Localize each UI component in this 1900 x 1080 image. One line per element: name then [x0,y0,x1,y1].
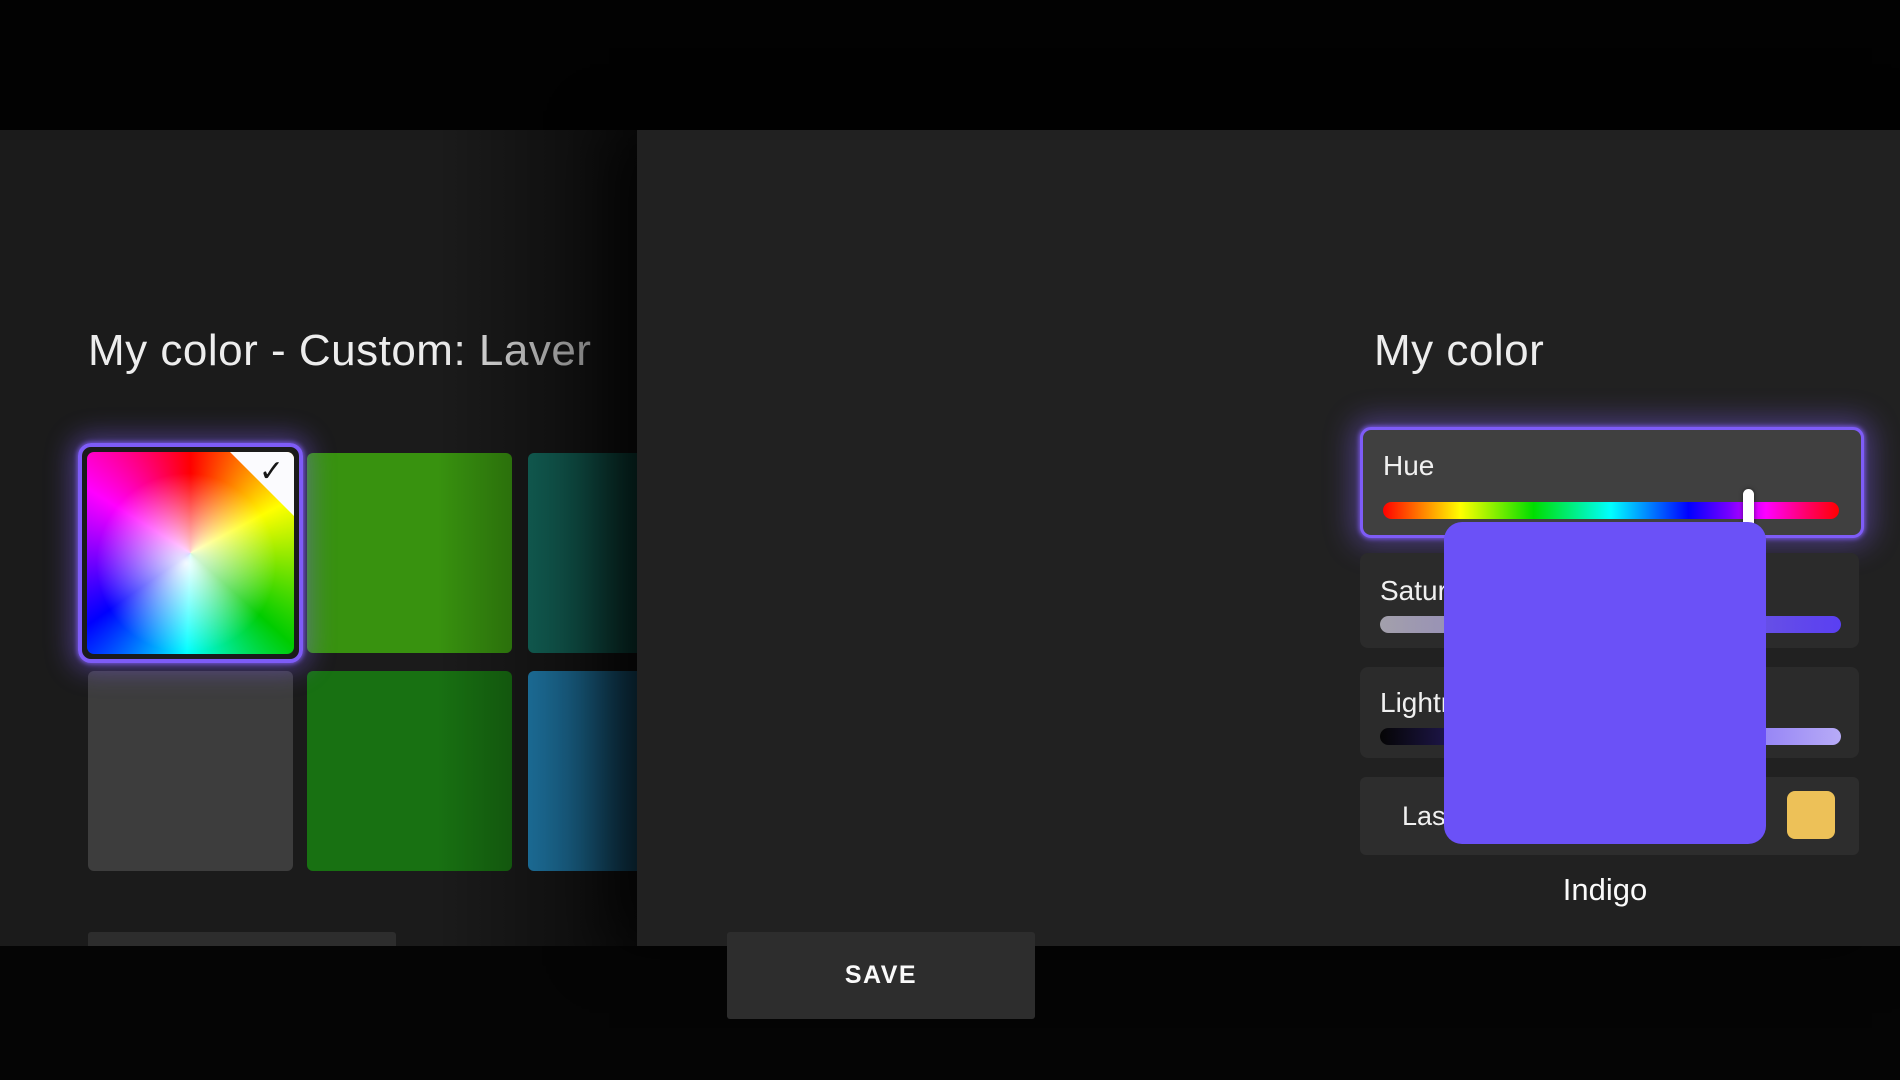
swatch-green[interactable] [307,453,512,653]
xbox-color-settings-screen: My color - Custom: Laver ✓ SAVE My color… [0,0,1900,1080]
color-preview-square [1444,522,1766,844]
my-color-grid-panel: My color - Custom: Laver ✓ SAVE [0,130,637,946]
selected-swatch-ring: ✓ [78,443,303,663]
color-preview-name: Indigo [1444,872,1766,908]
swatch-teal[interactable] [528,453,637,653]
left-save-button[interactable]: SAVE [88,932,396,946]
hue-label: Hue [1383,450,1434,482]
dialog-title: My color [1374,326,1544,376]
swatch-blue[interactable] [528,671,637,871]
check-icon: ✓ [259,454,284,489]
last-custom-color-swatch[interactable] [1787,791,1835,839]
custom-color-dialog: My color Hue Saturation Lightness Last c… [637,130,1900,946]
swatch-custom-spectrum[interactable]: ✓ [87,452,294,654]
swatch-dark-gray[interactable] [88,671,293,871]
selected-check-corner: ✓ [230,452,294,516]
dialog-save-button[interactable]: SAVE [727,932,1035,1019]
left-panel-title: My color - Custom: Laver [88,326,591,376]
hue-track[interactable] [1383,502,1839,519]
swatch-dark-green[interactable] [307,671,512,871]
top-letterbox-bar [0,0,1900,130]
